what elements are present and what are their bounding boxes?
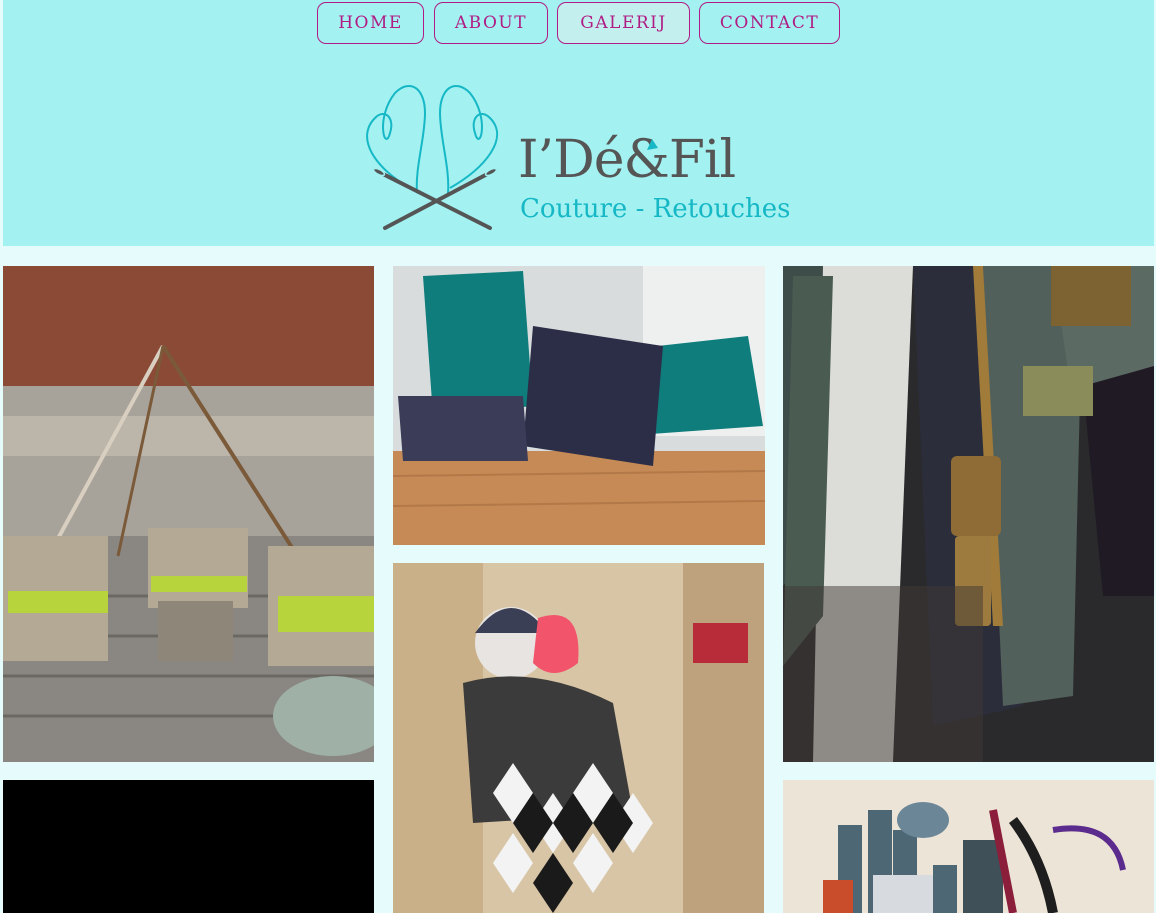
- gallery-image-harlequin[interactable]: [393, 563, 764, 913]
- gallery-image-cushions[interactable]: [393, 266, 765, 545]
- thimble-icon: [647, 139, 658, 150]
- nav-galerij[interactable]: GALERIJ: [557, 2, 690, 44]
- nav-contact[interactable]: CONTACT: [699, 2, 840, 44]
- site-header: HOME ABOUT GALERIJ CONTACT I’Dé&Fil Cout…: [3, 0, 1154, 246]
- gallery-image-terrace[interactable]: [3, 266, 374, 762]
- gallery-image-supplies[interactable]: [783, 780, 1154, 913]
- cushions-photo: [393, 266, 765, 545]
- zippers-photo: [783, 266, 1154, 762]
- nav-home[interactable]: HOME: [317, 2, 424, 44]
- garden-terrace-photo: [3, 266, 374, 762]
- sewing-supplies-photo: [783, 780, 1154, 913]
- nav-about[interactable]: ABOUT: [434, 2, 548, 44]
- gallery-image-zippers[interactable]: [783, 266, 1154, 762]
- site-logo[interactable]: I’Dé&Fil Couture - Retouches: [355, 78, 815, 238]
- harlequin-costume-photo: [393, 563, 764, 913]
- logo-subtitle: Couture - Retouches: [520, 194, 791, 224]
- main-nav: HOME ABOUT GALERIJ CONTACT: [3, 2, 1154, 48]
- gallery-video[interactable]: [3, 780, 374, 913]
- black-video-photo: [3, 780, 374, 913]
- needle-thread-icon: [366, 84, 499, 230]
- logo-title: I’Dé&Fil: [518, 130, 736, 190]
